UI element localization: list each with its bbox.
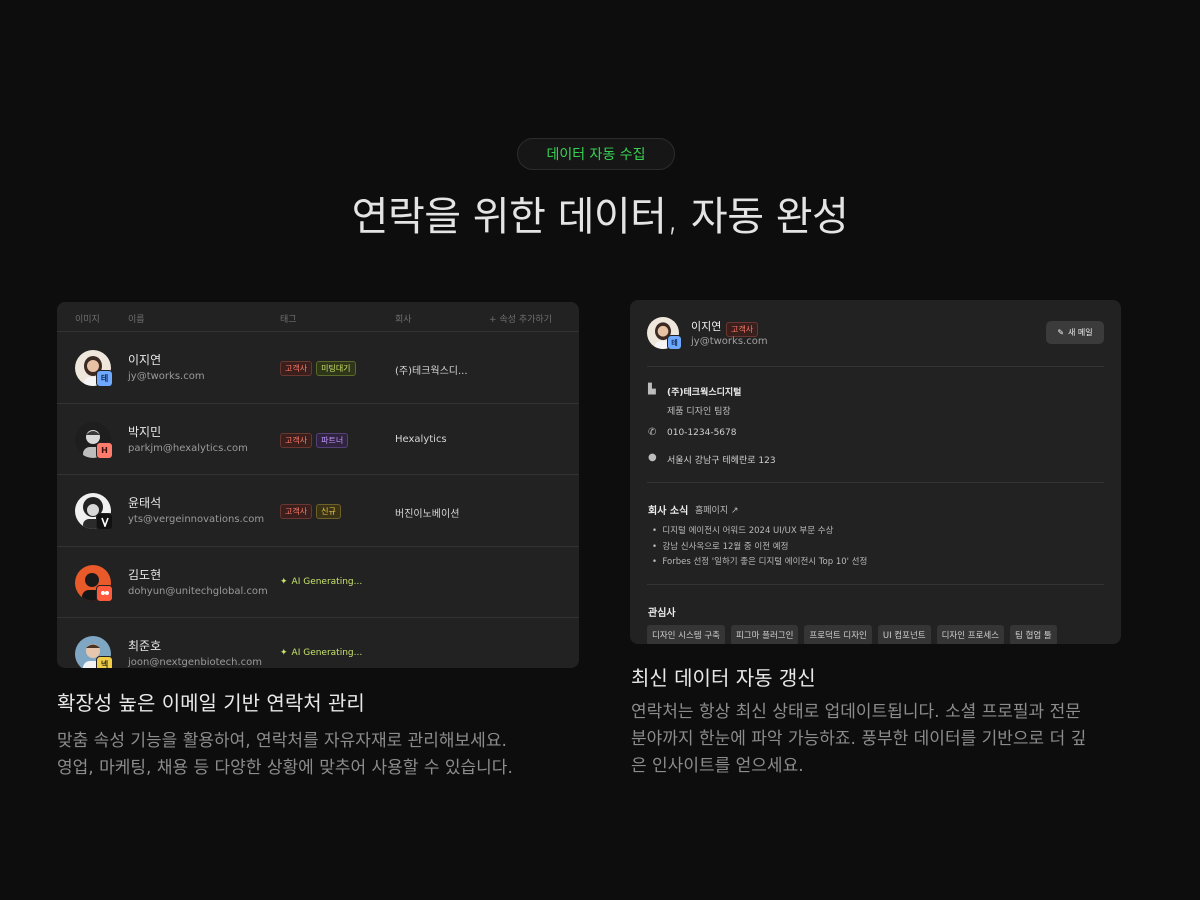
contact-company: Hexalytics [395, 433, 447, 445]
contact-name: 김도현 [128, 567, 162, 582]
contact-name: 박지민 [128, 424, 162, 439]
page-title: 연락을 위한 데이터, 자동 완성 [351, 194, 849, 240]
location-pin-icon: ● [648, 452, 657, 463]
address-info: ● 서울시 강남구 테헤란로 123 [648, 452, 776, 467]
company-logo-badge: 테 [96, 370, 113, 387]
right-caption-body: 연락처는 항상 최신 상태로 업데이트됩니다. 소셜 프로필과 전문 분야까지 … [631, 702, 1087, 776]
contact-email: joon@nextgenbiotech.com [128, 657, 263, 668]
contact-name: 윤태석 [128, 496, 162, 510]
homepage-link[interactable]: 홈페이지 ↗ [695, 503, 739, 516]
pencil-icon: ✎ [1057, 328, 1065, 337]
ai-generating-status: ✦ AI Generating... [280, 648, 363, 658]
news-section-title: 회사 소식 [648, 506, 689, 517]
table-row[interactable]: 넥 최준호 joon@nextgenbiotech.com ✦ AI Gener… [57, 618, 579, 668]
tag-badge: 파트너 [316, 432, 349, 448]
header-image: 이미지 [75, 315, 100, 325]
header-company: 회사 [395, 315, 412, 325]
interest-chip: 프로덕트 디자인 [804, 625, 872, 644]
divider [647, 482, 1104, 483]
header-name: 이름 [128, 315, 145, 325]
contact-email: jy@tworks.com [128, 371, 205, 382]
new-mail-button[interactable]: ✎ 새 메일 [1046, 321, 1104, 344]
contact-email: dohyun@unitechglobal.com [128, 585, 268, 597]
left-caption-body: 맞춤 속성 기능을 활용하여, 연락처를 자유자재로 관리해보세요. 영업, 마… [57, 731, 513, 778]
table-row[interactable]: H 박지민 parkjm@hexalytics.com 고객사 파트너 Hexa… [57, 404, 579, 475]
left-caption-title: 확장성 높은 이메일 기반 연락처 관리 [57, 691, 365, 715]
sparkle-icon: ✦ [280, 576, 288, 587]
tag-badge: 고객사 [726, 322, 759, 337]
contact-name: 이지연 [128, 353, 162, 367]
interest-chip: 디자인 프로세스 [936, 625, 1005, 644]
interest-chip: 피그마 플러그인 [730, 625, 799, 644]
tag-badge: 고객사 [280, 361, 313, 376]
phone-info: ✆ 010-1234-5678 [648, 427, 737, 439]
interest-chip: 팀 협업 툴 [1010, 625, 1057, 644]
contact-company: 버진이노베이션 [395, 509, 460, 520]
company-info: ▙ (주)테크웍스디지털 제품 디자인 팀장 [648, 384, 742, 418]
news-item: • 강남 신사옥으로 12월 중 이전 예정 [652, 542, 789, 552]
company-logo-badge: 넥 [96, 656, 113, 668]
company-logo-badge: H [96, 441, 113, 459]
interest-chip: 디자인 시스템 구축 [647, 625, 725, 644]
section-pill: 데이터 자동 수집 [517, 138, 675, 170]
divider [647, 366, 1104, 367]
interests-title: 관심사 [648, 608, 676, 619]
table-row[interactable]: 김도현 dohyun@unitechglobal.com ✦ AI Genera… [57, 547, 579, 618]
divider [647, 584, 1104, 585]
sparkle-icon: ✦ [280, 648, 288, 658]
contact-company: (주)테크웍스디... [395, 366, 468, 377]
header-tags: 태그 [280, 315, 297, 325]
contacts-table: 이미지 이름 태그 회사 + 속성 추가하기 테 이지연 jy@tworks.c… [57, 302, 579, 668]
contact-name: 최준호 [128, 639, 162, 653]
profile-email: jy@tworks.com [691, 336, 768, 347]
contact-email: parkjm@hexalytics.com [128, 442, 248, 454]
right-caption-title: 최신 데이터 자동 갱신 [631, 666, 816, 690]
ai-generating-status: ✦ AI Generating... [280, 576, 363, 587]
table-header: 이미지 이름 태그 회사 + 속성 추가하기 [57, 302, 579, 332]
table-row[interactable]: 윤태석 yts@vergeinnovations.com 고객사 신규 버진이노… [57, 475, 579, 547]
news-item: • 디지털 에이전시 어워드 2024 UI/UX 부문 수상 [652, 526, 834, 536]
tag-badge: 고객사 [280, 504, 313, 519]
tag-badge: 미팅대기 [316, 361, 356, 376]
building-icon: ▙ [648, 384, 656, 395]
add-property-button[interactable]: + 속성 추가하기 [489, 312, 552, 325]
phone-icon: ✆ [648, 427, 657, 438]
contact-email: yts@vergeinnovations.com [128, 514, 265, 525]
contact-profile-card: 테 이지연 고객사 jy@tworks.com ✎ 새 메일 ▙ (주)테크웍스… [630, 300, 1121, 644]
profile-name: 이지연 [691, 320, 722, 333]
company-logo-badge [96, 513, 113, 530]
news-item: • Forbes 선정 '일하기 좋은 디지털 에이전시 Top 10' 선정 [652, 557, 868, 567]
company-logo-badge: 테 [667, 335, 682, 350]
interest-chip: UI 컴포넌트 [877, 625, 931, 644]
interests-list: 디자인 시스템 구축 피그마 플러그인 프로덕트 디자인 UI 컴포넌트 디자인… [647, 625, 1057, 644]
tag-badge: 고객사 [280, 432, 313, 448]
company-logo-badge [96, 584, 113, 602]
tag-badge: 신규 [316, 504, 341, 519]
table-row[interactable]: 테 이지연 jy@tworks.com 고객사 미팅대기 (주)테크웍스디... [57, 332, 579, 404]
